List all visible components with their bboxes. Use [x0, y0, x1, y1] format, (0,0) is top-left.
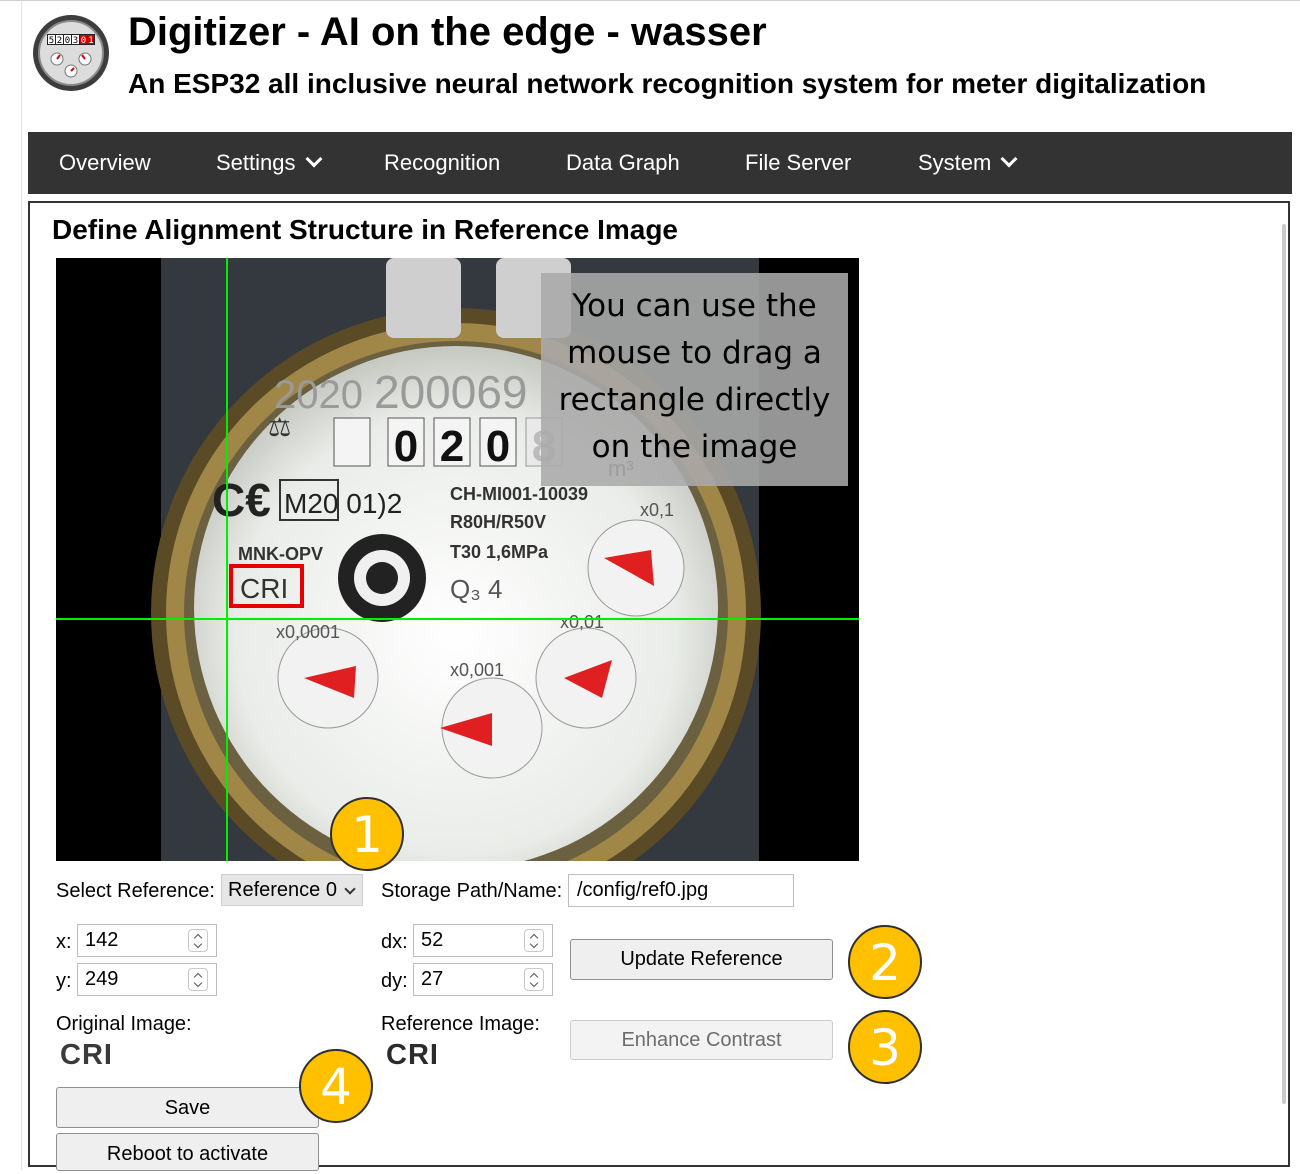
svg-text:x0,001: x0,001 [450, 660, 504, 680]
svg-text:x0,1: x0,1 [640, 500, 674, 520]
svg-text:0: 0 [486, 422, 510, 471]
app-logo: 5 2 0 3 0 1 [31, 13, 111, 93]
svg-text:T30 1,6MPa: T30 1,6MPa [450, 542, 549, 562]
nav-system[interactable]: System [918, 132, 1018, 194]
page-left-edge [21, 0, 22, 1170]
dy-label: dy: [381, 970, 408, 992]
drag-hint-tooltip: You can use the mouse to drag a rectangl… [541, 273, 848, 486]
svg-text:x0,0001: x0,0001 [276, 622, 340, 642]
callout-badge-2: 2 [848, 925, 922, 999]
x-spinner[interactable] [188, 929, 208, 952]
nav-data-graph[interactable]: Data Graph [566, 132, 680, 194]
svg-text:⚖: ⚖ [268, 412, 291, 442]
y-value: 249 [85, 968, 119, 990]
storage-path-input[interactable]: /config/ref0.jpg [568, 874, 794, 907]
svg-text:CRI: CRI [240, 573, 288, 604]
chevron-down-icon [305, 150, 322, 168]
callout-badge-1: 1 [330, 797, 404, 871]
dx-input[interactable]: 52 [413, 924, 553, 957]
x-value: 142 [85, 929, 119, 951]
svg-text:3: 3 [73, 36, 78, 46]
svg-text:2020: 2020 [274, 373, 363, 417]
reference-select[interactable]: Reference 0 [221, 874, 363, 906]
svg-text:Q₃ 4: Q₃ 4 [450, 574, 503, 604]
reference-image-crop: CRI [386, 1039, 439, 1071]
dy-input[interactable]: 27 [413, 963, 553, 996]
svg-text:200069: 200069 [374, 366, 528, 418]
nav-settings[interactable]: Settings [216, 132, 322, 194]
svg-text:0: 0 [81, 36, 86, 46]
page-top-edge [0, 0, 1300, 1]
callout-badge-3: 3 [848, 1010, 922, 1084]
save-button[interactable]: Save [56, 1087, 319, 1128]
nav-file-server[interactable]: File Server [745, 132, 851, 194]
original-image-crop: CRI [60, 1039, 113, 1071]
svg-text:0: 0 [394, 422, 418, 471]
svg-text:1: 1 [88, 36, 93, 46]
y-spinner[interactable] [188, 968, 208, 991]
dx-value: 52 [421, 929, 444, 951]
nav-overview[interactable]: Overview [59, 132, 151, 194]
dy-value: 27 [421, 968, 444, 990]
svg-text:MNK-OPV: MNK-OPV [238, 544, 323, 564]
reference-image-label: Reference Image: [381, 1013, 540, 1035]
update-reference-button[interactable]: Update Reference [570, 939, 833, 980]
chevron-down-icon [344, 883, 356, 895]
chevron-down-icon [1000, 150, 1018, 168]
main-nav: Overview Settings Recognition Data Graph… [28, 132, 1292, 194]
x-input[interactable]: 142 [77, 924, 217, 957]
app-title: Digitizer - AI on the edge - wasser [128, 10, 767, 54]
svg-text:5: 5 [49, 36, 54, 46]
svg-text:0: 0 [65, 36, 70, 46]
app-subtitle: An ESP32 all inclusive neural network re… [128, 68, 1207, 99]
original-image-label: Original Image: [56, 1013, 192, 1035]
svg-text:x0,01: x0,01 [560, 612, 604, 632]
reboot-button[interactable]: Reboot to activate [56, 1133, 319, 1171]
svg-text:M20 01)2: M20 01)2 [284, 488, 402, 519]
svg-text:2: 2 [440, 422, 464, 471]
reference-select-value: Reference 0 [228, 879, 337, 901]
callout-badge-4: 4 [299, 1049, 373, 1123]
select-reference-label: Select Reference: [56, 880, 215, 902]
storage-path-label: Storage Path/Name: [381, 880, 563, 902]
svg-text:CH-MI001-10039: CH-MI001-10039 [450, 484, 588, 504]
dx-label: dx: [381, 931, 408, 953]
enhance-contrast-button[interactable]: Enhance Contrast [570, 1020, 833, 1060]
page-title: Define Alignment Structure in Reference … [52, 214, 678, 245]
dx-spinner[interactable] [524, 929, 544, 952]
dy-spinner[interactable] [524, 968, 544, 991]
svg-text:C€: C€ [212, 474, 271, 526]
nav-recognition[interactable]: Recognition [384, 132, 500, 194]
content-scrollbar[interactable] [1282, 224, 1286, 1104]
y-label: y: [56, 970, 72, 992]
svg-text:2: 2 [57, 36, 62, 46]
x-label: x: [56, 931, 72, 953]
svg-text:R80H/R50V: R80H/R50V [450, 512, 546, 532]
y-input[interactable]: 249 [77, 963, 217, 996]
